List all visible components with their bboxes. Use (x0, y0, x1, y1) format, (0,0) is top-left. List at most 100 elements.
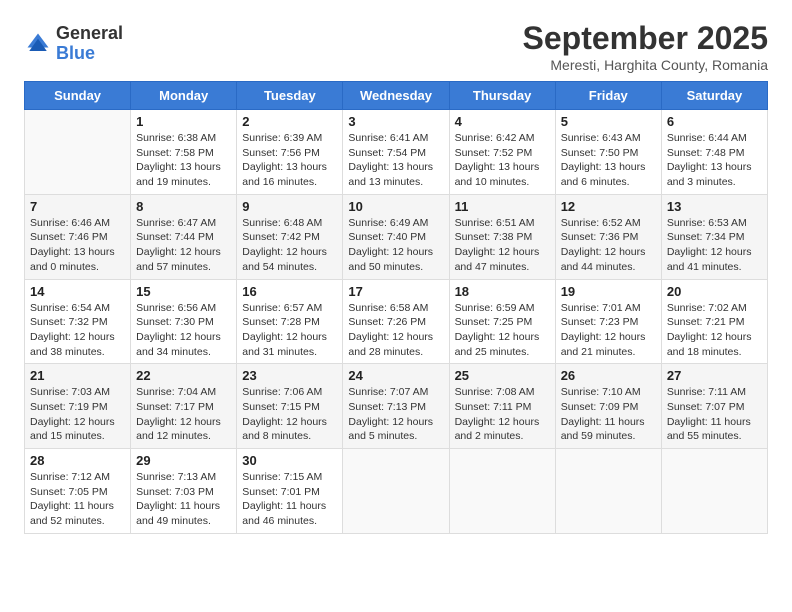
calendar-day-cell: 29 Sunrise: 7:13 AM Sunset: 7:03 PM Dayli… (131, 449, 237, 534)
day-number: 29 (136, 453, 231, 468)
calendar-day-cell: 23 Sunrise: 7:06 AM Sunset: 7:15 PM Dayli… (237, 364, 343, 449)
calendar-day-cell: 6Sunrise: 6:44 AM Sunset: 7:48 PM Daylig… (661, 110, 767, 195)
day-info: Sunrise: 6:43 AM Sunset: 7:50 PM Dayligh… (561, 131, 656, 190)
calendar-day-cell: 24 Sunrise: 7:07 AM Sunset: 7:13 PM Dayli… (343, 364, 449, 449)
calendar-day-cell: 26Sunrise: 7:10 AM Sunset: 7:09 PM Dayli… (555, 364, 661, 449)
title-block: September 2025 Meresti, Harghita County,… (523, 20, 768, 73)
logo-general-text: General (56, 24, 123, 44)
calendar-day-cell: 3 Sunrise: 6:41 AM Sunset: 7:54 PM Daylig… (343, 110, 449, 195)
day-info: Sunrise: 7:15 AM Sunset: 7:01 PM Dayligh… (242, 470, 337, 529)
day-info: Sunrise: 6:48 AM Sunset: 7:42 PM Dayligh… (242, 216, 337, 275)
calendar-day-cell: 9 Sunrise: 6:48 AM Sunset: 7:42 PM Daylig… (237, 194, 343, 279)
day-number: 28 (30, 453, 125, 468)
calendar-day-header: Thursday (449, 82, 555, 110)
day-number: 14 (30, 284, 125, 299)
day-number: 16 (242, 284, 337, 299)
day-info: Sunrise: 6:46 AM Sunset: 7:46 PM Dayligh… (30, 216, 125, 275)
calendar-day-cell (555, 449, 661, 534)
calendar-day-cell: 7 Sunrise: 6:46 AM Sunset: 7:46 PM Daylig… (25, 194, 131, 279)
day-info: Sunrise: 6:53 AM Sunset: 7:34 PM Dayligh… (667, 216, 762, 275)
day-number: 27 (667, 368, 762, 383)
day-info: Sunrise: 6:59 AM Sunset: 7:25 PM Dayligh… (455, 301, 550, 360)
month-title: September 2025 (523, 20, 768, 57)
day-info: Sunrise: 6:39 AM Sunset: 7:56 PM Dayligh… (242, 131, 337, 190)
day-info: Sunrise: 6:58 AM Sunset: 7:26 PM Dayligh… (348, 301, 443, 360)
day-info: Sunrise: 6:57 AM Sunset: 7:28 PM Dayligh… (242, 301, 337, 360)
day-number: 12 (561, 199, 656, 214)
day-number: 24 (348, 368, 443, 383)
location-text: Meresti, Harghita County, Romania (523, 57, 768, 73)
calendar-week-row: 21 Sunrise: 7:03 AM Sunset: 7:19 PM Dayli… (25, 364, 768, 449)
day-info: Sunrise: 6:56 AM Sunset: 7:30 PM Dayligh… (136, 301, 231, 360)
logo-text: General Blue (56, 24, 123, 64)
calendar-day-cell: 5Sunrise: 6:43 AM Sunset: 7:50 PM Daylig… (555, 110, 661, 195)
calendar-table: SundayMondayTuesdayWednesdayThursdayFrid… (24, 81, 768, 534)
calendar-day-cell: 18 Sunrise: 6:59 AM Sunset: 7:25 PM Dayli… (449, 279, 555, 364)
day-info: Sunrise: 7:02 AM Sunset: 7:21 PM Dayligh… (667, 301, 762, 360)
day-number: 17 (348, 284, 443, 299)
calendar-day-header: Saturday (661, 82, 767, 110)
day-info: Sunrise: 7:06 AM Sunset: 7:15 PM Dayligh… (242, 385, 337, 444)
calendar-day-cell: 16 Sunrise: 6:57 AM Sunset: 7:28 PM Dayli… (237, 279, 343, 364)
calendar-week-row: 7 Sunrise: 6:46 AM Sunset: 7:46 PM Daylig… (25, 194, 768, 279)
day-number: 22 (136, 368, 231, 383)
calendar-day-cell: 13 Sunrise: 6:53 AM Sunset: 7:34 PM Dayli… (661, 194, 767, 279)
calendar-day-cell: 1 Sunrise: 6:38 AM Sunset: 7:58 PM Daylig… (131, 110, 237, 195)
calendar-day-cell (343, 449, 449, 534)
calendar-day-cell: 12 Sunrise: 6:52 AM Sunset: 7:36 PM Dayli… (555, 194, 661, 279)
day-info: Sunrise: 7:10 AM Sunset: 7:09 PM Dayligh… (561, 385, 656, 444)
day-number: 3 (348, 114, 443, 129)
calendar-week-row: 1 Sunrise: 6:38 AM Sunset: 7:58 PM Daylig… (25, 110, 768, 195)
logo: General Blue (24, 24, 123, 64)
calendar-day-cell: 14 Sunrise: 6:54 AM Sunset: 7:32 PM Dayli… (25, 279, 131, 364)
day-info: Sunrise: 6:49 AM Sunset: 7:40 PM Dayligh… (348, 216, 443, 275)
day-number: 10 (348, 199, 443, 214)
calendar-day-header: Friday (555, 82, 661, 110)
calendar-header-row: SundayMondayTuesdayWednesdayThursdayFrid… (25, 82, 768, 110)
day-number: 2 (242, 114, 337, 129)
day-info: Sunrise: 7:08 AM Sunset: 7:11 PM Dayligh… (455, 385, 550, 444)
day-number: 20 (667, 284, 762, 299)
day-number: 9 (242, 199, 337, 214)
calendar-day-cell: 28 Sunrise: 7:12 AM Sunset: 7:05 PM Dayli… (25, 449, 131, 534)
day-info: Sunrise: 6:54 AM Sunset: 7:32 PM Dayligh… (30, 301, 125, 360)
calendar-day-header: Monday (131, 82, 237, 110)
calendar-day-cell: 2 Sunrise: 6:39 AM Sunset: 7:56 PM Daylig… (237, 110, 343, 195)
day-number: 30 (242, 453, 337, 468)
day-info: Sunrise: 6:52 AM Sunset: 7:36 PM Dayligh… (561, 216, 656, 275)
calendar-day-cell (25, 110, 131, 195)
day-info: Sunrise: 7:12 AM Sunset: 7:05 PM Dayligh… (30, 470, 125, 529)
calendar-day-cell: 30 Sunrise: 7:15 AM Sunset: 7:01 PM Dayli… (237, 449, 343, 534)
day-info: Sunrise: 6:38 AM Sunset: 7:58 PM Dayligh… (136, 131, 231, 190)
calendar-day-cell (449, 449, 555, 534)
calendar-day-cell: 20 Sunrise: 7:02 AM Sunset: 7:21 PM Dayli… (661, 279, 767, 364)
day-number: 19 (561, 284, 656, 299)
day-info: Sunrise: 7:03 AM Sunset: 7:19 PM Dayligh… (30, 385, 125, 444)
day-number: 13 (667, 199, 762, 214)
calendar-day-header: Tuesday (237, 82, 343, 110)
day-number: 21 (30, 368, 125, 383)
day-info: Sunrise: 7:11 AM Sunset: 7:07 PM Dayligh… (667, 385, 762, 444)
day-info: Sunrise: 6:41 AM Sunset: 7:54 PM Dayligh… (348, 131, 443, 190)
day-number: 25 (455, 368, 550, 383)
calendar-week-row: 28 Sunrise: 7:12 AM Sunset: 7:05 PM Dayli… (25, 449, 768, 534)
day-number: 1 (136, 114, 231, 129)
day-info: Sunrise: 7:07 AM Sunset: 7:13 PM Dayligh… (348, 385, 443, 444)
day-info: Sunrise: 7:04 AM Sunset: 7:17 PM Dayligh… (136, 385, 231, 444)
calendar-day-cell: 8Sunrise: 6:47 AM Sunset: 7:44 PM Daylig… (131, 194, 237, 279)
day-number: 18 (455, 284, 550, 299)
day-number: 4 (455, 114, 550, 129)
calendar-day-header: Wednesday (343, 82, 449, 110)
logo-blue-text: Blue (56, 44, 123, 64)
day-number: 23 (242, 368, 337, 383)
day-number: 7 (30, 199, 125, 214)
calendar-day-cell: 15Sunrise: 6:56 AM Sunset: 7:30 PM Dayli… (131, 279, 237, 364)
day-info: Sunrise: 7:01 AM Sunset: 7:23 PM Dayligh… (561, 301, 656, 360)
day-info: Sunrise: 7:13 AM Sunset: 7:03 PM Dayligh… (136, 470, 231, 529)
calendar-day-cell: 11Sunrise: 6:51 AM Sunset: 7:38 PM Dayli… (449, 194, 555, 279)
calendar-day-cell: 21 Sunrise: 7:03 AM Sunset: 7:19 PM Dayli… (25, 364, 131, 449)
day-info: Sunrise: 6:44 AM Sunset: 7:48 PM Dayligh… (667, 131, 762, 190)
calendar-day-cell: 19 Sunrise: 7:01 AM Sunset: 7:23 PM Dayli… (555, 279, 661, 364)
day-info: Sunrise: 6:42 AM Sunset: 7:52 PM Dayligh… (455, 131, 550, 190)
day-number: 11 (455, 199, 550, 214)
